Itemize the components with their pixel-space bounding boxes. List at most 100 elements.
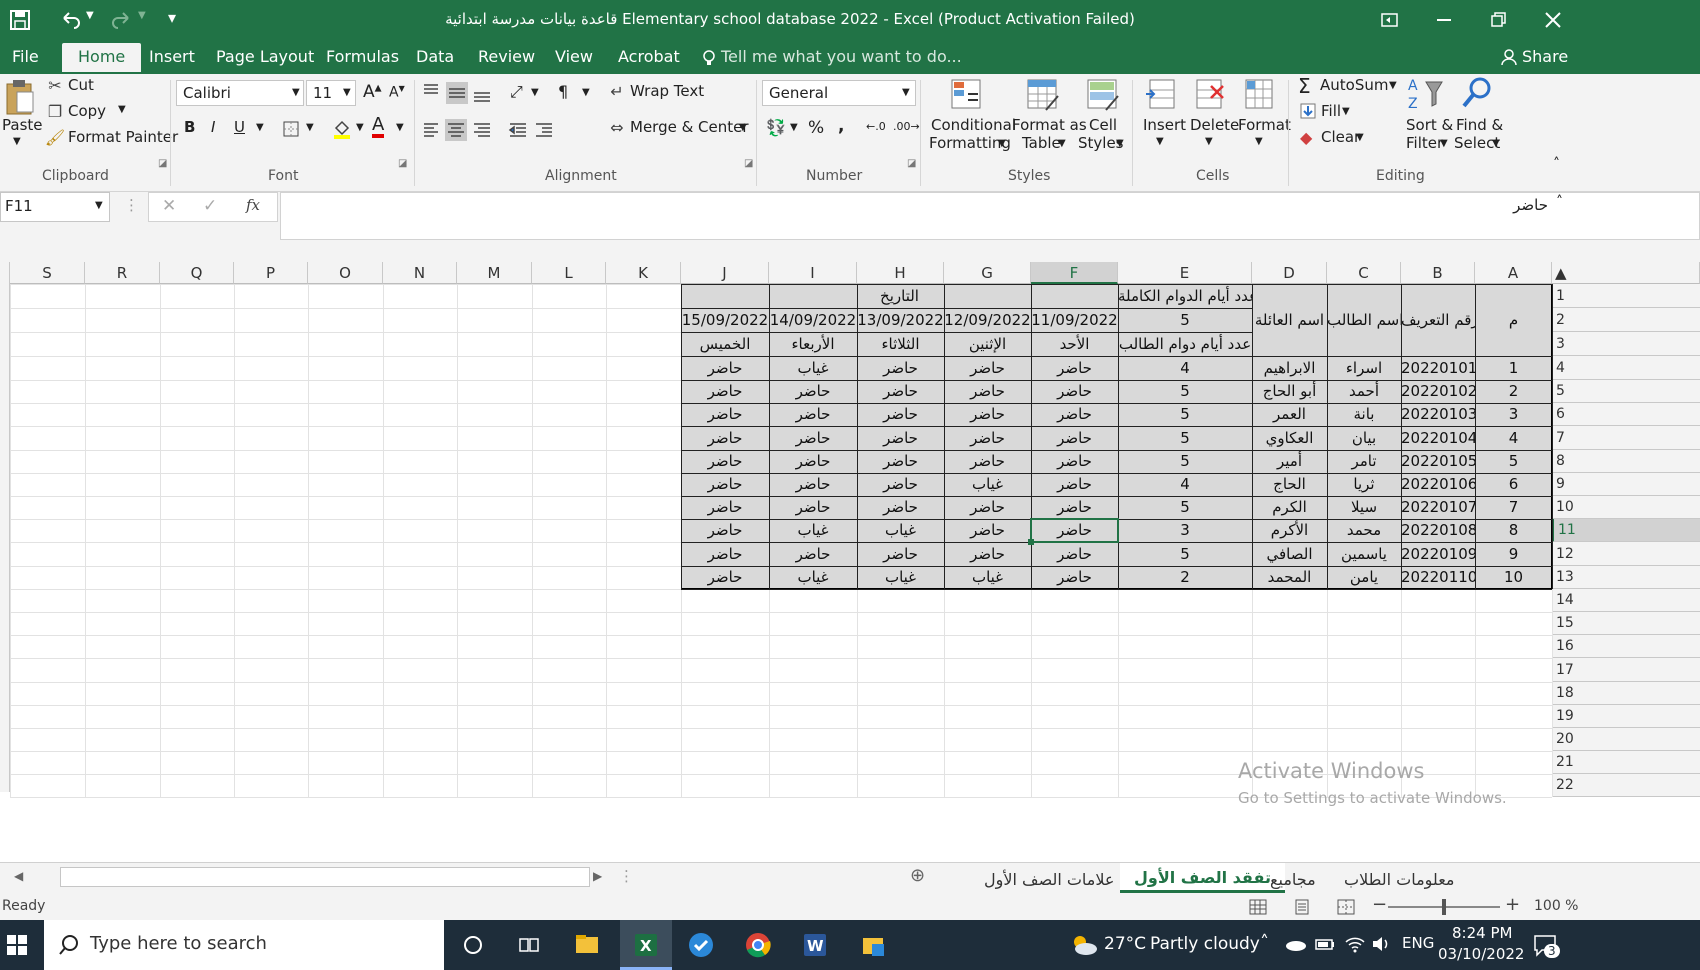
- wrap-text-icon[interactable]: ↵: [608, 82, 626, 101]
- tell-me-input[interactable]: Tell me what you want to do...: [721, 47, 962, 66]
- paste-icon[interactable]: [4, 78, 36, 116]
- number-format-select[interactable]: General: [762, 80, 916, 106]
- sort-filter-icon[interactable]: AZ: [1406, 76, 1446, 112]
- battery-icon[interactable]: [1314, 934, 1336, 954]
- row-header-2[interactable]: 2: [1552, 308, 1700, 332]
- fill-dropdown-icon[interactable]: ▼: [1342, 106, 1350, 117]
- redo-dropdown-icon[interactable]: ▼: [138, 10, 146, 21]
- row-header-18[interactable]: 18: [1552, 682, 1700, 705]
- scroll-left-icon[interactable]: ◀: [14, 869, 23, 883]
- delete-button[interactable]: Delete: [1190, 116, 1239, 134]
- cell-styles-icon[interactable]: [1084, 76, 1122, 114]
- sheet-tab-totals[interactable]: مجاميع: [1270, 867, 1316, 893]
- clock-date[interactable]: 03/10/2022: [1438, 945, 1524, 963]
- column-header-m[interactable]: M: [457, 262, 532, 284]
- column-header-e[interactable]: E: [1118, 262, 1252, 284]
- format-painter-icon[interactable]: 🖌: [45, 128, 65, 147]
- share-button[interactable]: Share: [1522, 47, 1568, 66]
- increase-font-icon[interactable]: A▲: [363, 82, 382, 102]
- restore-icon[interactable]: [1380, 10, 1400, 30]
- task-view-icon[interactable]: [518, 934, 540, 956]
- clear-dropdown-icon[interactable]: ▼: [1356, 132, 1364, 143]
- save-icon[interactable]: [8, 8, 32, 32]
- clear-button[interactable]: Clear: [1321, 128, 1360, 146]
- tab-view[interactable]: View: [555, 47, 593, 66]
- fill-button[interactable]: Fill: [1321, 102, 1341, 120]
- format-button[interactable]: Format: [1238, 116, 1291, 134]
- decrease-decimal-icon[interactable]: .00→: [893, 120, 920, 133]
- borders-icon[interactable]: [282, 120, 300, 138]
- autosum-icon[interactable]: Σ: [1298, 74, 1311, 98]
- format-painter-button[interactable]: Format Painter: [68, 128, 178, 146]
- worksheet-grid[interactable]: S R Q P O N M L K J I H G F E D C B A ▲ 1 2 3 4 5 6 7 8 9 10 11 12 13 14…: [0, 262, 1700, 862]
- maximize-icon[interactable]: [1490, 11, 1508, 29]
- row-header-8[interactable]: 8: [1552, 450, 1700, 473]
- sheet-tab-student-info[interactable]: معلومات الطلاب: [1344, 867, 1455, 893]
- font-name-select[interactable]: Calibri: [176, 80, 304, 106]
- tab-home[interactable]: Home: [62, 43, 142, 72]
- zoom-slider-thumb[interactable]: [1442, 899, 1446, 915]
- page-break-view-icon[interactable]: [1336, 898, 1356, 916]
- cut-button[interactable]: Cut: [68, 76, 94, 94]
- name-box[interactable]: F11: [0, 192, 110, 222]
- sheet-tab-attendance[interactable]: تفقد الصف الأول: [1120, 863, 1285, 893]
- autosum-dropdown-icon[interactable]: ▼: [1389, 80, 1397, 91]
- tab-formulas[interactable]: Formulas: [326, 47, 399, 66]
- autosum-button[interactable]: AutoSum: [1320, 76, 1388, 94]
- name-box-dropdown-icon[interactable]: ▼: [95, 200, 103, 211]
- column-header-a[interactable]: A: [1475, 262, 1552, 284]
- underline-dropdown-icon[interactable]: ▼: [256, 122, 264, 133]
- column-header-o[interactable]: O: [308, 262, 383, 284]
- merge-center-icon[interactable]: ⇔: [608, 118, 626, 137]
- minimize-icon[interactable]: [1437, 19, 1451, 21]
- delete-cells-icon[interactable]: [1193, 76, 1227, 112]
- fill-color-icon[interactable]: [332, 118, 352, 140]
- format-as-table-label2[interactable]: Table: [1022, 134, 1061, 152]
- close-icon[interactable]: [1543, 10, 1563, 30]
- alignment-launcher-icon[interactable]: ◪: [744, 158, 753, 169]
- sheet-tab-grades[interactable]: علامات الصف الأول: [984, 867, 1114, 893]
- insert-cells-icon[interactable]: [1144, 76, 1178, 112]
- text-direction-icon[interactable]: ¶: [558, 82, 568, 101]
- font-launcher-icon[interactable]: ◪: [398, 158, 407, 169]
- format-cells-icon[interactable]: [1242, 76, 1276, 112]
- undo-icon[interactable]: [58, 8, 82, 32]
- scroll-right-icon[interactable]: ▶: [593, 869, 602, 883]
- font-size-dropdown-icon[interactable]: ▼: [343, 87, 351, 98]
- tab-insert[interactable]: Insert: [149, 47, 195, 66]
- page-layout-view-icon[interactable]: [1292, 898, 1312, 916]
- row-header-14[interactable]: 14: [1552, 589, 1700, 612]
- row-header-19[interactable]: 19: [1552, 705, 1700, 728]
- column-header-b[interactable]: B: [1401, 262, 1475, 284]
- sort-filter-label2[interactable]: Filter: [1406, 134, 1443, 152]
- text-direction-dropdown-icon[interactable]: ▼: [582, 87, 590, 98]
- row-header-21[interactable]: 21: [1552, 751, 1700, 774]
- expand-formula-icon[interactable]: ˄: [1556, 194, 1563, 210]
- cortana-icon[interactable]: [462, 934, 484, 956]
- row-header-7[interactable]: 7: [1552, 426, 1700, 450]
- new-sheet-icon[interactable]: ⊕: [910, 865, 925, 886]
- fill-down-icon[interactable]: [1299, 102, 1317, 120]
- zoom-out-icon[interactable]: −: [1372, 894, 1387, 915]
- row-header-9[interactable]: 9: [1552, 473, 1700, 496]
- format-dropdown-icon[interactable]: ▼: [1255, 136, 1263, 147]
- active-cell-selection[interactable]: [1030, 518, 1119, 543]
- chrome-icon[interactable]: [745, 932, 771, 958]
- copy-button[interactable]: Copy: [68, 102, 106, 120]
- row-header-3[interactable]: 3: [1552, 332, 1700, 356]
- weather-temp[interactable]: 27°C: [1104, 934, 1146, 954]
- delete-dropdown-icon[interactable]: ▼: [1205, 136, 1213, 147]
- column-header-k[interactable]: K: [606, 262, 681, 284]
- vertical-align-icons[interactable]: [422, 82, 502, 104]
- insert-button[interactable]: Insert: [1143, 116, 1186, 134]
- row-header-13[interactable]: 13: [1552, 566, 1700, 589]
- format-as-table-button[interactable]: Format as: [1012, 116, 1087, 134]
- increase-decimal-icon[interactable]: ←.0: [866, 120, 886, 133]
- row-header-4[interactable]: 4: [1552, 356, 1700, 380]
- row-header-10[interactable]: 10: [1552, 496, 1700, 519]
- find-select-button[interactable]: Find &: [1456, 116, 1503, 134]
- cut-icon[interactable]: ✂: [46, 76, 64, 95]
- column-header-q[interactable]: Q: [160, 262, 234, 284]
- redo-icon[interactable]: [110, 8, 134, 32]
- number-format-dropdown-icon[interactable]: ▼: [902, 87, 910, 98]
